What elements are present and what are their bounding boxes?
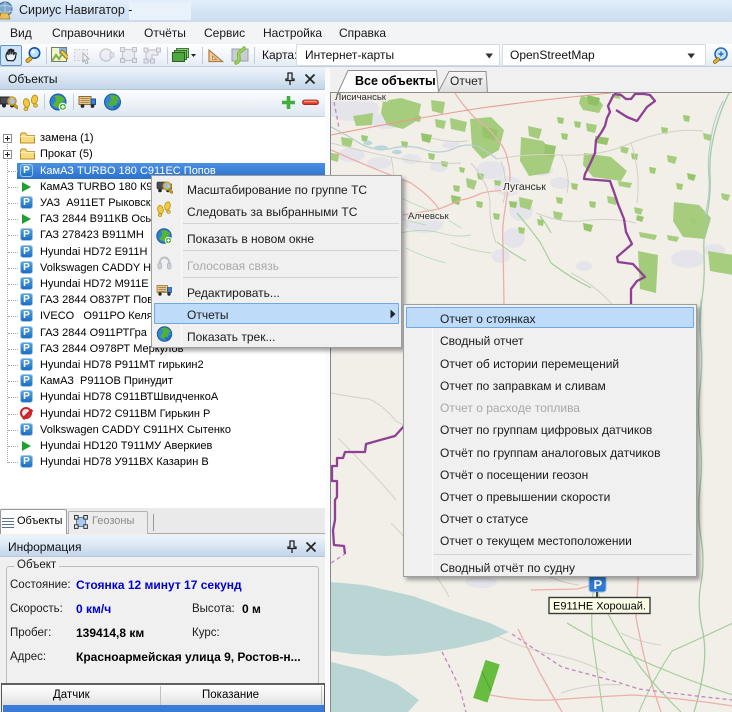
- svg-text:Е911НЕ Хорошай.: Е911НЕ Хорошай.: [553, 601, 646, 613]
- svg-text:Отчет: Отчет: [450, 74, 483, 88]
- svg-text:Все объекты: Все объекты: [355, 74, 436, 88]
- svg-text:Луганськ: Луганськ: [503, 181, 546, 193]
- svg-text:P: P: [594, 577, 603, 592]
- svg-text:Алчевськ: Алчевськ: [408, 211, 450, 222]
- svg-text:Лисичанськ: Лисичанськ: [335, 93, 387, 103]
